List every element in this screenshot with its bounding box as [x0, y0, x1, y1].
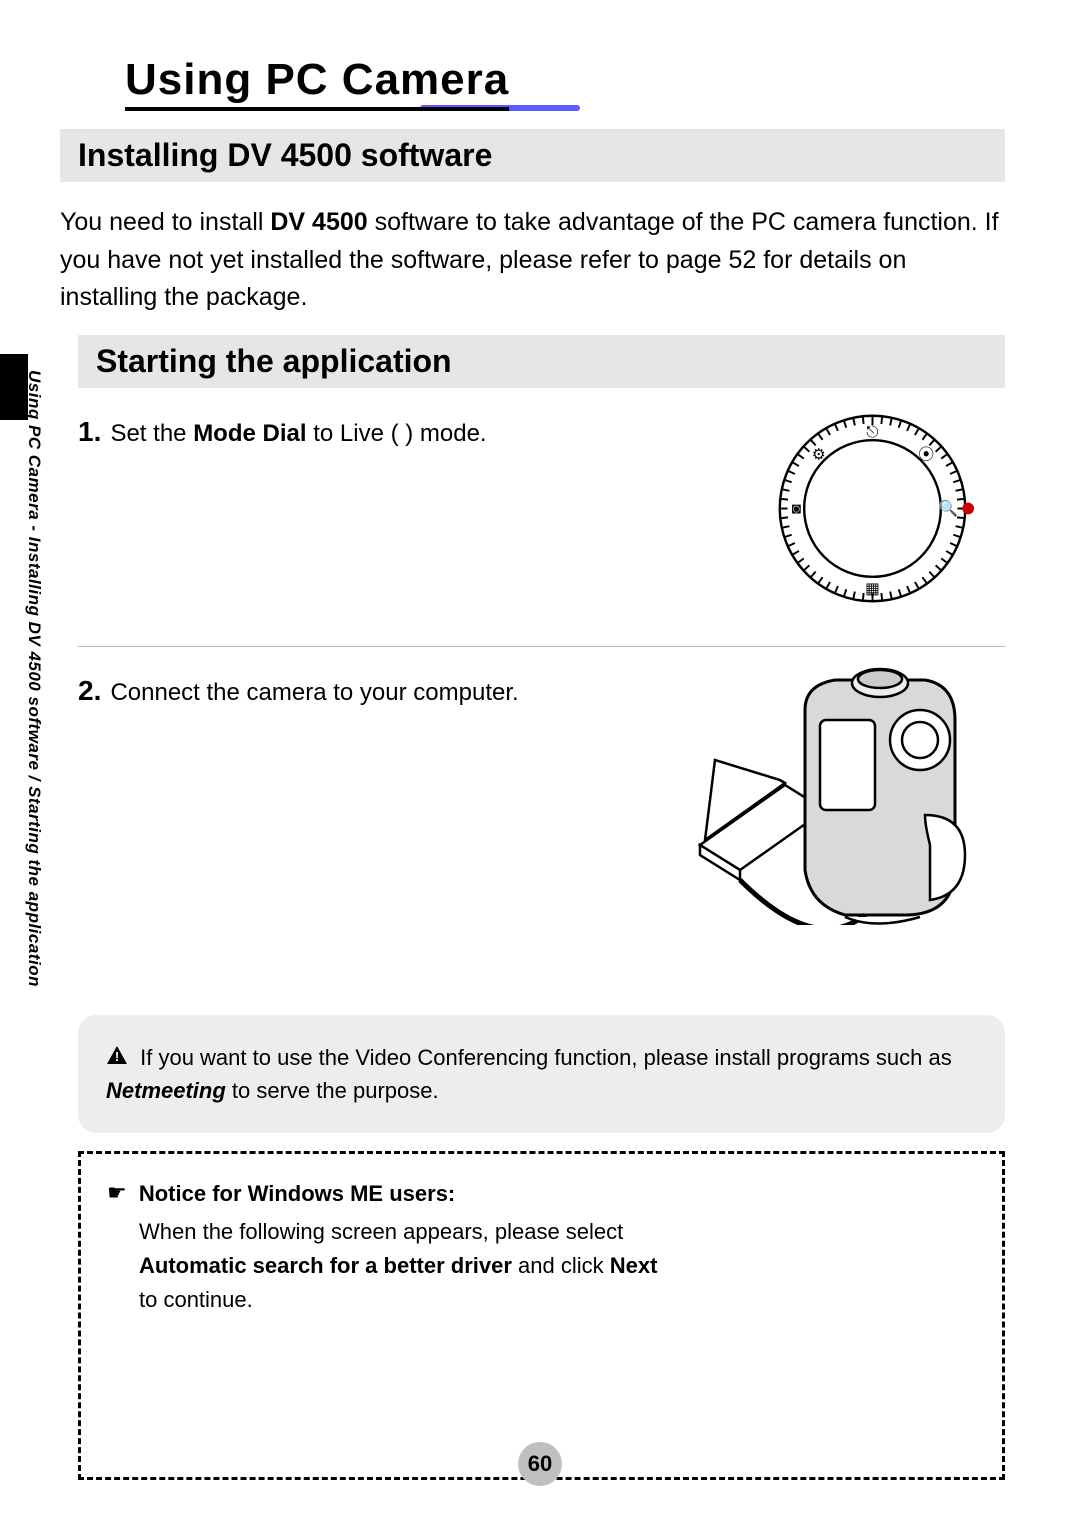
pointing-hand-icon: ☛ — [107, 1176, 127, 1210]
step-number: 2. — [78, 675, 106, 707]
camera-connect-illustration — [695, 665, 975, 930]
text-bold: DV 4500 — [270, 208, 367, 236]
steps-area: 1. Set the Mode Dial to Live ( ) mode. — [78, 416, 1005, 1480]
svg-text:⚙: ⚙ — [812, 446, 826, 463]
text-bold: Mode Dial — [193, 420, 306, 447]
mode-dial-icon: ⎋ ⦿ 🔍 ▦ ⚙ ◙ — [770, 406, 975, 611]
step-divider — [78, 646, 1005, 647]
mode-dial-illustration: ⎋ ⦿ 🔍 ▦ ⚙ ◙ — [770, 406, 975, 616]
text-bold: Next — [610, 1253, 658, 1278]
section-heading-start: Starting the application — [78, 335, 1005, 388]
text-fragment: to continue. — [139, 1287, 253, 1312]
camera-laptop-icon — [695, 665, 975, 925]
step-number: 1. — [78, 416, 106, 448]
side-breadcrumb: Using PC Camera - Installing DV 4500 sof… — [24, 370, 44, 987]
text-bold: Netmeeting — [106, 1078, 226, 1103]
svg-text:▦: ▦ — [865, 580, 880, 597]
info-text: If you want to use the Video Conferencin… — [106, 1045, 952, 1103]
info-box: ! If you want to use the Video Conferenc… — [78, 1015, 1005, 1133]
page-title: Using PC Camera — [125, 55, 509, 111]
text-fragment: and click — [512, 1253, 610, 1278]
notice-heading: Notice for Windows ME users: — [139, 1181, 455, 1206]
text-fragment: When the following screen appears, pleas… — [139, 1219, 623, 1244]
step-text: Connect the camera to your computer. — [110, 679, 518, 706]
notice-body: When the following screen appears, pleas… — [139, 1215, 976, 1317]
install-paragraph: You need to install DV 4500 software to … — [60, 204, 1005, 317]
text-fragment: to serve the purpose. — [226, 1078, 439, 1103]
text-fragment: If you want to use the Video Conferencin… — [140, 1045, 952, 1070]
page: Using PC Camera - Installing DV 4500 sof… — [0, 0, 1080, 1521]
text-bold: Automatic search for a better driver — [139, 1253, 512, 1278]
step-2: 2. Connect the camera to your computer. — [78, 675, 1005, 955]
text-fragment: to Live ( ) mode. — [307, 420, 487, 447]
step-text: Set the Mode Dial to Live ( ) mode. — [110, 420, 486, 447]
text-fragment: You need to install — [60, 208, 270, 236]
warning-icon: ! — [106, 1041, 128, 1074]
page-title-wrap: Using PC Camera — [125, 55, 580, 111]
svg-text:◙: ◙ — [792, 500, 801, 517]
text-fragment: Set the — [110, 420, 193, 447]
svg-text:⎋: ⎋ — [866, 424, 879, 441]
page-number-badge: 60 — [518, 1442, 562, 1486]
section-heading-install: Installing DV 4500 software — [60, 129, 1005, 182]
step-1: 1. Set the Mode Dial to Live ( ) mode. — [78, 416, 1005, 616]
svg-text:⦿: ⦿ — [918, 445, 934, 463]
notice-box: ☛ Notice for Windows ME users: When the … — [78, 1151, 1005, 1480]
svg-text:!: ! — [115, 1049, 119, 1064]
svg-text:🔍: 🔍 — [939, 497, 958, 517]
